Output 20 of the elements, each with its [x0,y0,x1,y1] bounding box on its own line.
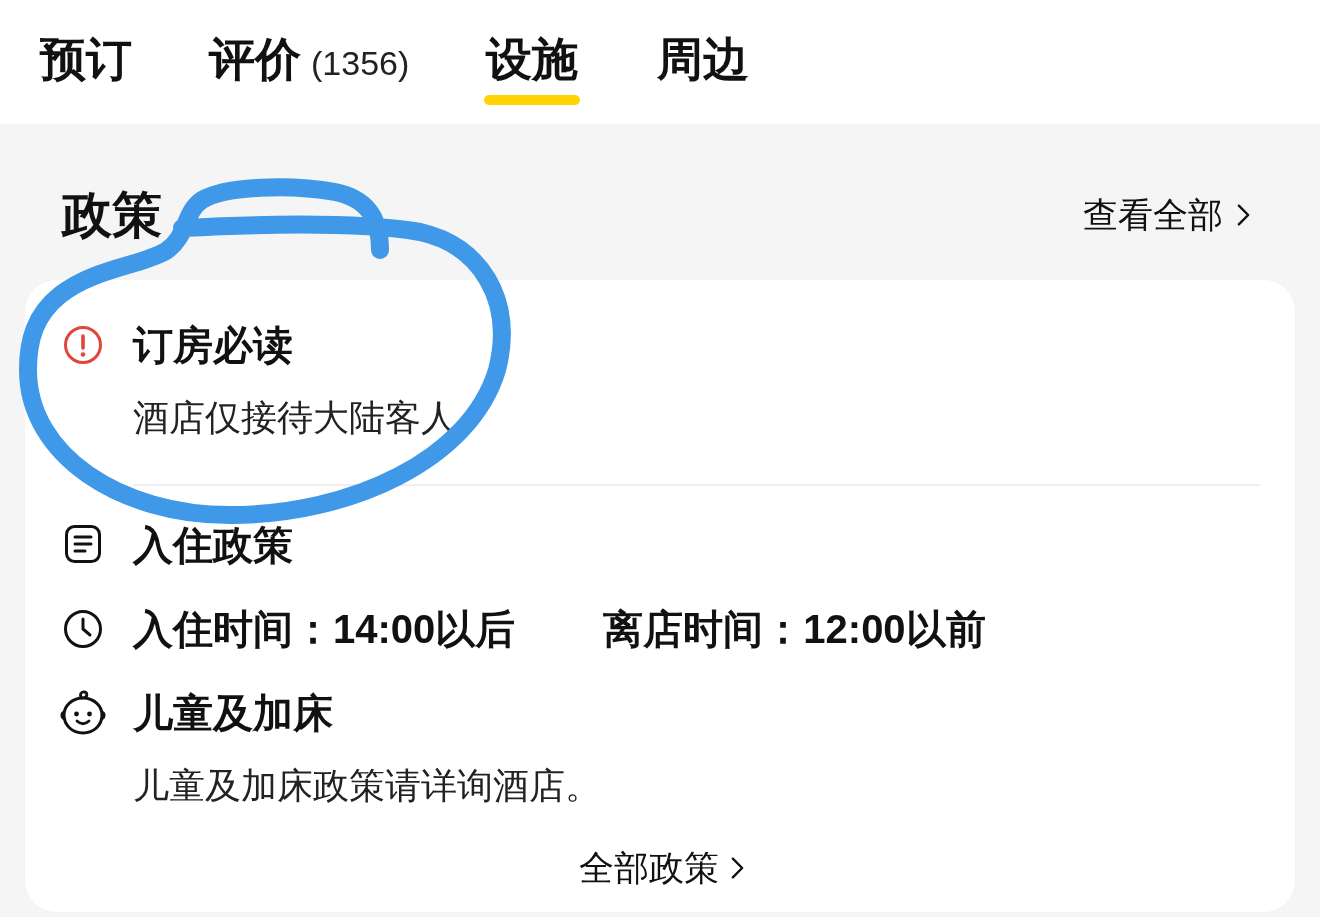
all-policies-link[interactable]: 全部政策 [579,843,744,893]
baby-face-icon [60,690,106,736]
policy-time: 入住时间：14:00以后 [133,606,516,653]
chevron-icon [1237,203,1250,227]
review-count: (1356) [311,43,410,84]
view-all-link[interactable]: 查看全部 [1083,190,1250,240]
policy-title: 订房必读 [133,322,294,369]
policy-time: 离店时间：12:00以前 [603,606,986,653]
tab[interactable]: 预订 [38,30,134,124]
section-title: 政策 [62,186,162,245]
tab[interactable]: 评价 (1356) [209,30,410,124]
alert-icon [63,325,103,365]
tab[interactable]: 周边 [655,30,752,124]
clock-icon [63,609,103,649]
policy-title: 儿童及加床 [133,690,334,737]
policy-text: 儿童及加床政策请详询酒店。 [133,764,602,808]
document-icon [65,525,101,563]
tab[interactable]: 设施 [484,30,581,124]
policy-title: 入住政策 [133,522,294,569]
chevron-icon [731,856,744,880]
